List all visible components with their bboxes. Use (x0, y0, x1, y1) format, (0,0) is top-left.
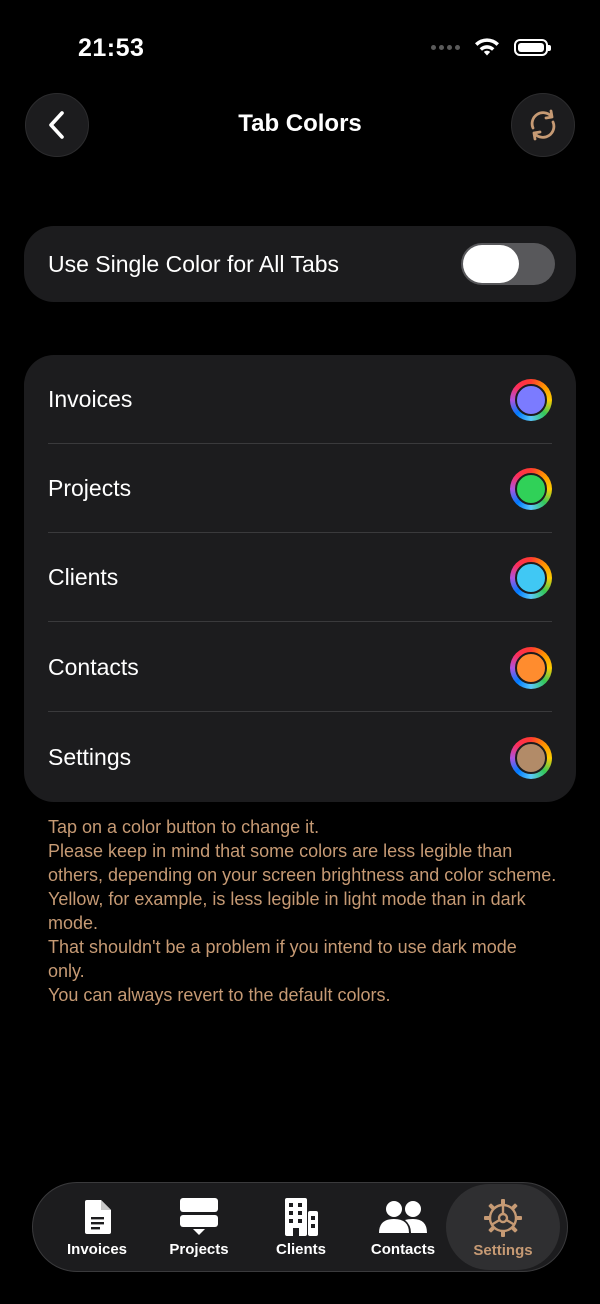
color-swatch (515, 562, 547, 594)
single-color-card: Use Single Color for All Tabs (24, 226, 576, 302)
refresh-icon (530, 109, 556, 141)
list-item-clients: Clients (24, 533, 576, 622)
list-item-label: Settings (48, 744, 132, 770)
revert-colors-button[interactable] (511, 93, 575, 157)
list-item-projects: Projects (24, 444, 576, 533)
tab-invoices[interactable]: Invoices (46, 1183, 148, 1271)
list-item-label: Clients (48, 564, 119, 590)
gear-icon (484, 1199, 522, 1237)
color-button-settings[interactable] (510, 737, 552, 779)
footer-note-line: You can always revert to the default col… (48, 985, 391, 1005)
color-swatch (515, 652, 547, 684)
color-swatch (515, 473, 547, 505)
footer-note-line: Please keep in mind that some colors are… (48, 841, 557, 885)
status-bar: 21:53 (0, 0, 600, 96)
color-swatch (515, 742, 547, 774)
list-item-settings: Settings (24, 713, 576, 802)
page-title: Tab Colors (238, 110, 362, 137)
row-divider (48, 711, 552, 712)
status-icons (431, 37, 551, 57)
color-button-invoices[interactable] (510, 379, 552, 421)
color-swatch (515, 384, 547, 416)
list-item-label: Projects (48, 475, 132, 501)
row-divider (48, 621, 552, 622)
list-item-contacts: Contacts (24, 623, 576, 712)
list-item-label: Invoices (48, 386, 133, 412)
tab-label: Clients (275, 1241, 326, 1258)
tab-projects[interactable]: Projects (148, 1183, 250, 1271)
tab-label: Contacts (370, 1241, 436, 1258)
color-button-clients[interactable] (510, 557, 552, 599)
status-time: 21:53 (78, 34, 145, 62)
footer-note-line: That shouldn't be a problem if you inten… (48, 937, 517, 981)
single-color-toggle[interactable] (461, 243, 555, 285)
tab-label: Projects (169, 1241, 229, 1258)
tab-settings[interactable]: Settings (446, 1184, 560, 1270)
footer-note: Tap on a color button to change it. Plea… (48, 815, 558, 1007)
document-icon (85, 1200, 111, 1234)
color-button-contacts[interactable] (510, 647, 552, 689)
people-icon (379, 1201, 427, 1233)
single-color-label: Use Single Color for All Tabs (48, 251, 340, 277)
tab-label: Settings (473, 1242, 533, 1259)
building-icon (285, 1198, 318, 1236)
battery-icon (514, 38, 551, 56)
footer-note-line: Tap on a color button to change it. (48, 817, 320, 837)
tab-clients[interactable]: Clients (250, 1183, 352, 1271)
wifi-icon (475, 38, 499, 56)
list-item-invoices: Invoices (24, 355, 576, 444)
tab-label: Invoices (66, 1241, 128, 1258)
list-item-label: Contacts (48, 654, 139, 680)
toggle-knob (463, 245, 519, 283)
tab-colors-list: Invoices Projects Clients Contacts Setti… (24, 355, 576, 802)
stack-icon (180, 1198, 218, 1235)
color-button-projects[interactable] (510, 468, 552, 510)
tab-bar: Invoices Projects Clients Contacts Setti… (32, 1182, 568, 1272)
tab-contacts[interactable]: Contacts (352, 1183, 454, 1271)
footer-note-line: Yellow, for example, is less legible in … (48, 889, 526, 933)
cellular-signal-icon (431, 44, 460, 50)
